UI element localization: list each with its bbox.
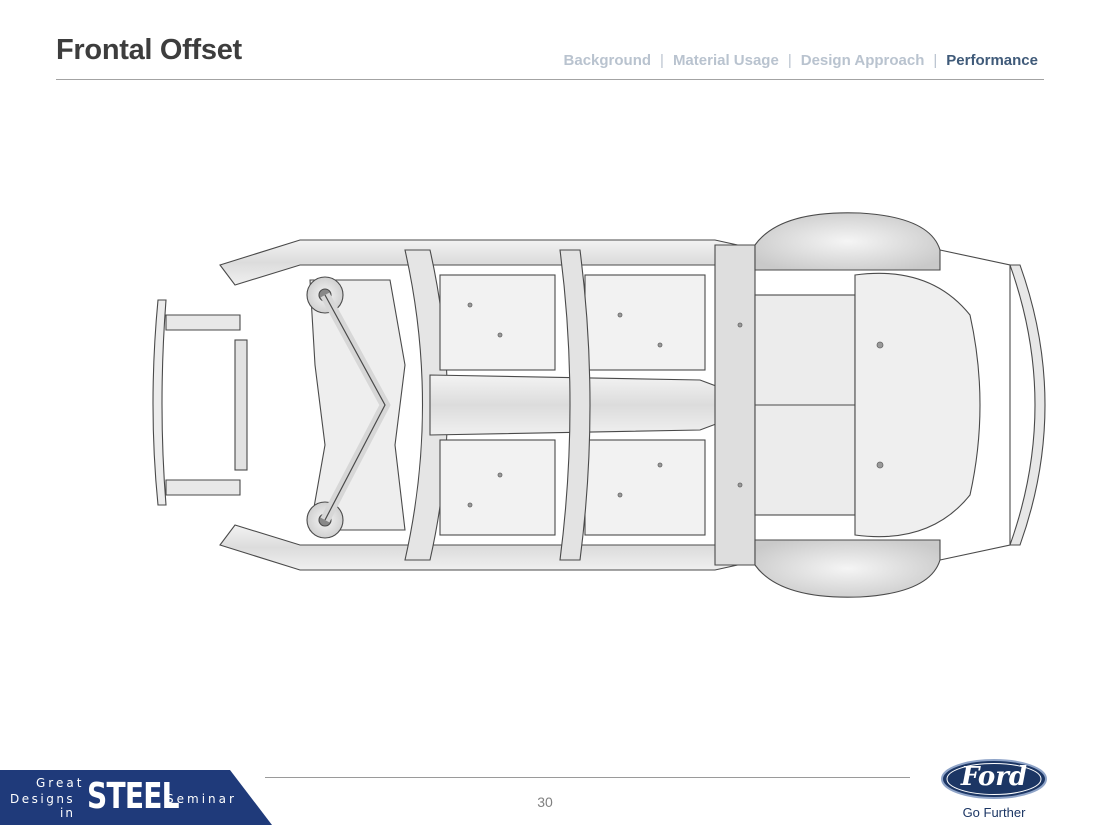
brand-tagline: Go Further bbox=[962, 805, 1026, 820]
seminar-logo-steel: STEEL bbox=[87, 776, 180, 817]
page-title: Frontal Offset bbox=[56, 34, 242, 66]
nav-separator: | bbox=[933, 52, 938, 69]
section-nav: Background | Material Usage | Design Approac… bbox=[564, 52, 1038, 69]
ford-logo-wordmark: Ford bbox=[960, 762, 1028, 792]
page-number: 30 bbox=[537, 794, 553, 810]
nav-separator: | bbox=[660, 52, 664, 69]
vehicle-underbody-image bbox=[152, 212, 1046, 598]
nav-separator: | bbox=[787, 52, 792, 69]
nav-item-design-approach[interactable]: Design Approach bbox=[801, 52, 925, 69]
header-divider bbox=[56, 79, 1044, 80]
footer-divider bbox=[265, 777, 910, 778]
nav-item-background[interactable]: Background bbox=[564, 52, 652, 69]
seminar-logo-great: Great bbox=[36, 776, 85, 790]
seminar-logo-seminar: Seminar bbox=[166, 792, 237, 806]
nav-item-material-usage[interactable]: Material Usage bbox=[673, 52, 779, 69]
seminar-logo-in: in bbox=[60, 806, 75, 820]
nav-item-performance[interactable]: Performance bbox=[946, 52, 1038, 69]
seminar-logo-designs: Designs bbox=[10, 792, 76, 806]
